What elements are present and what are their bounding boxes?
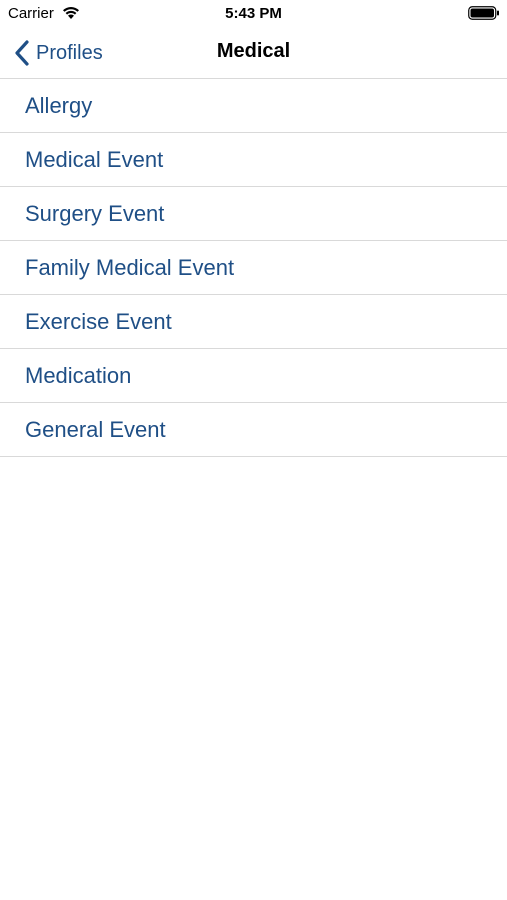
list-item-label: Medication — [25, 362, 132, 388]
list-item-exercise-event[interactable]: Exercise Event — [0, 295, 507, 349]
list-item-label: Medical Event — [25, 146, 164, 172]
list-item-general-event[interactable]: General Event — [0, 403, 507, 457]
list-item-family-medical-event[interactable]: Family Medical Event — [0, 241, 507, 295]
list-item-label: Surgery Event — [25, 200, 165, 226]
medical-category-list: Allergy Medical Event Surgery Event Fami… — [0, 79, 507, 457]
list-item-surgery-event[interactable]: Surgery Event — [0, 187, 507, 241]
list-item-label: Exercise Event — [25, 308, 172, 334]
battery-icon — [468, 6, 500, 20]
list-item-medical-event[interactable]: Medical Event — [0, 133, 507, 187]
navigation-bar: Profiles Medical — [0, 28, 507, 79]
status-bar: Carrier 5:43 PM — [0, 0, 507, 28]
page-title: Medical — [216, 40, 291, 62]
screen: Carrier 5:43 PM Profiles Medical Allergy… — [0, 0, 507, 900]
list-item-allergy[interactable]: Allergy — [0, 79, 507, 133]
list-item-label: General Event — [25, 416, 166, 442]
list-item-label: Allergy — [25, 92, 93, 118]
list-item-label: Family Medical Event — [25, 254, 235, 280]
clock-time: 5:43 PM — [225, 5, 282, 22]
list-item-medication[interactable]: Medication — [0, 349, 507, 403]
